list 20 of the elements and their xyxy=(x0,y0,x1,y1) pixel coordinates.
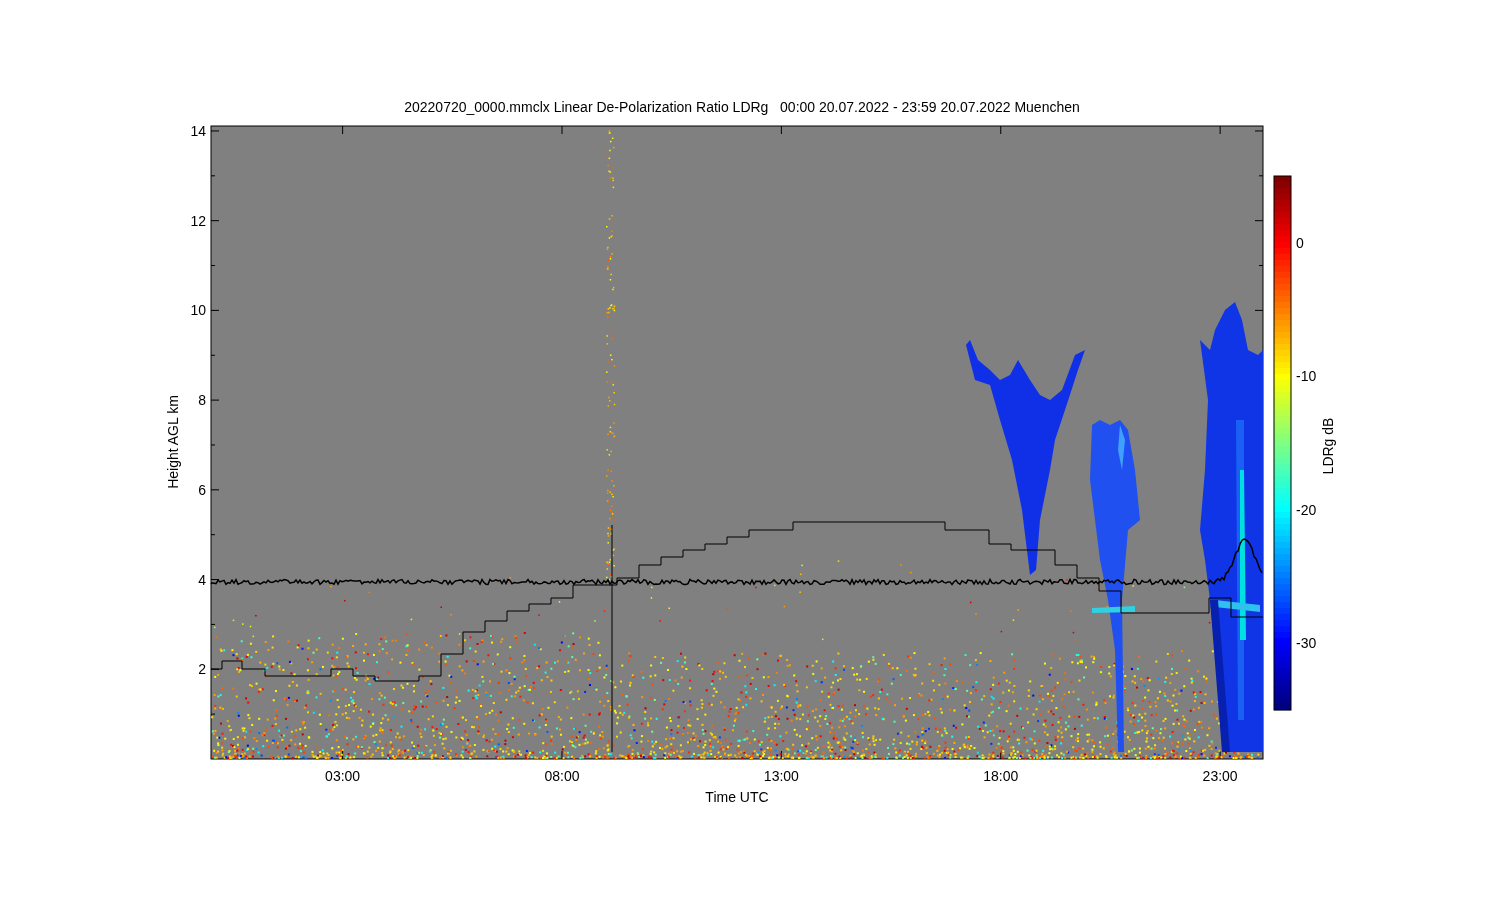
axis-label: LDRg dB xyxy=(1320,417,1336,475)
axis-label: Time UTC xyxy=(705,789,769,805)
tick-label: 2 xyxy=(198,661,206,678)
tick-label: 13:00 xyxy=(763,768,799,784)
tick-label: 12 xyxy=(190,212,206,229)
tick-label: 8 xyxy=(198,392,206,409)
tick-label: -20 xyxy=(1296,501,1317,518)
tick-label: -10 xyxy=(1296,368,1317,385)
tick-label: 08:00 xyxy=(544,768,580,784)
tick-label: 4 xyxy=(198,571,206,588)
tick-label: 03:00 xyxy=(325,768,361,784)
tick-label: 23:00 xyxy=(1202,768,1238,784)
tick-label: 6 xyxy=(198,481,206,498)
tick-label: 10 xyxy=(190,302,206,319)
chart-title: 20220720_0000.mmclx Linear De-Polarization Ratio LDRg 00:00 20.07.2022 - 23:59 20.07.2022 Muenchen xyxy=(404,99,1080,115)
tick-label: 18:00 xyxy=(983,768,1019,784)
tick-label: -30 xyxy=(1296,635,1317,652)
axis-label: Height AGL km xyxy=(165,395,181,489)
tick-label: 0 xyxy=(1296,234,1304,251)
tick-label: 14 xyxy=(190,122,206,139)
